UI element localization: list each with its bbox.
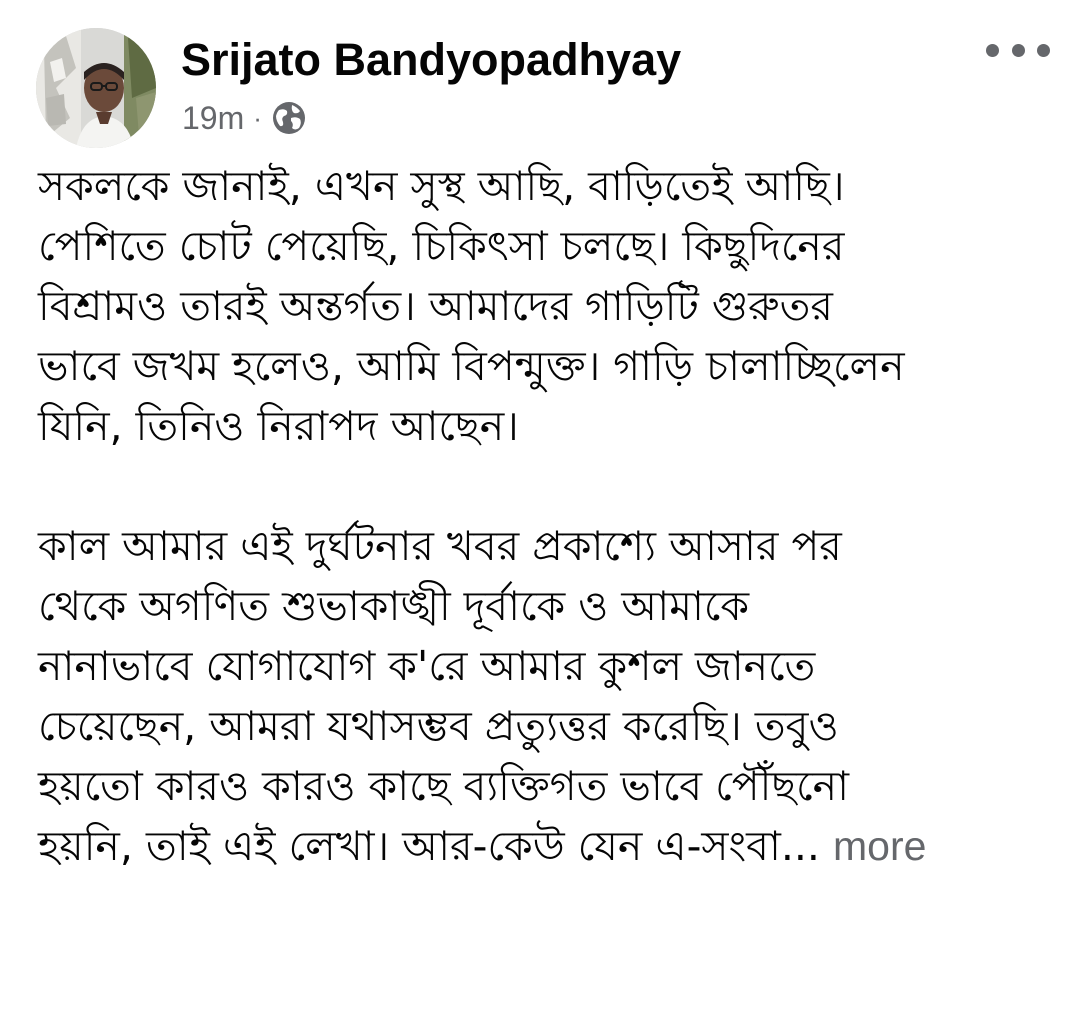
profile-photo — [36, 28, 156, 148]
post-line: সকলকে জানাই, এখন সুস্থ আছি, বাড়িতেই আছি… — [38, 162, 845, 210]
post-body: সকলকে জানাই, এখন সুস্থ আছি, বাড়িতেই আছি… — [38, 156, 1058, 876]
author-name[interactable]: Srijato Bandyopadhyay — [181, 32, 681, 88]
post-line: চেয়েছেন, আমরা যথাসম্ভব প্রত্যুত্তর করেছ… — [38, 702, 839, 750]
facebook-post: Srijato Bandyopadhyay 19m · সকলকে জানাই,… — [0, 0, 1080, 1016]
post-paragraph: সকলকে জানাই, এখন সুস্থ আছি, বাড়িতেই আছি… — [38, 156, 1058, 456]
post-line-last: হয়নি, তাই এই লেখা। আর-কেউ যেন এ-সংবা...… — [38, 816, 1058, 876]
more-options-icon[interactable] — [986, 34, 1050, 66]
post-timestamp[interactable]: 19m — [182, 100, 244, 137]
post-line: থেকে অগণিত শুভাকাঙ্খী দূর্বাকে ও আমাকে — [38, 582, 750, 630]
post-line: বিশ্রামও তারই অন্তর্গত। আমাদের গাড়িটি গ… — [38, 282, 833, 330]
globe-icon[interactable] — [272, 101, 306, 135]
post-line: যিনি, তিনিও নিরাপদ আছেন। — [38, 402, 519, 450]
post-line: নানাভাবে যোগাযোগ ক'রে আমার কুশল জানতে — [38, 642, 816, 690]
post-line: হয়তো কারও কারও কাছে ব্যক্তিগত ভাবে পৌঁছ… — [38, 762, 850, 810]
meta-separator: · — [253, 102, 262, 133]
author-avatar[interactable] — [36, 28, 156, 148]
see-more-link[interactable]: more — [833, 823, 926, 869]
post-line: ভাবে জখম হলেও, আমি বিপন্মুক্ত। গাড়ি চাল… — [38, 342, 905, 390]
post-line-truncated: হয়নি, তাই এই লেখা। আর-কেউ যেন এ-সংবা... — [38, 822, 820, 870]
more-dot — [1037, 43, 1050, 57]
post-meta: 19m · — [182, 97, 306, 139]
more-dot — [1011, 43, 1025, 57]
post-paragraph: কাল আমার এই দুর্ঘটনার খবর প্রকাশ্যে আসার… — [38, 516, 1058, 876]
more-dot — [986, 43, 999, 57]
post-line: কাল আমার এই দুর্ঘটনার খবর প্রকাশ্যে আসার… — [38, 522, 842, 570]
post-line: পেশিতে চোট পেয়েছি, চিকিৎসা চলছে। কিছুদি… — [38, 222, 845, 270]
